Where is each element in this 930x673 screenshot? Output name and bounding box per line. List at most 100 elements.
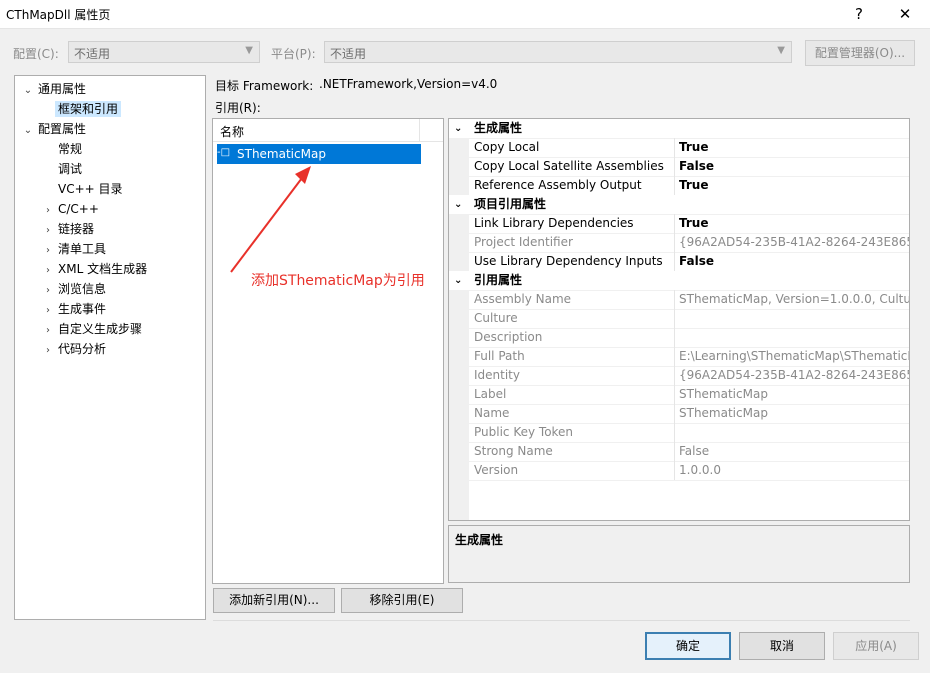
property-name: Copy Local Satellite Assemblies xyxy=(474,159,664,173)
tree-item-label: VC++ 目录 xyxy=(58,182,123,196)
tree-item[interactable]: 调试 xyxy=(41,159,85,179)
collapse-icon[interactable]: ⌄ xyxy=(454,271,462,290)
tree-item[interactable]: 框架和引用 xyxy=(41,99,122,119)
close-icon[interactable]: ✕ xyxy=(888,2,922,26)
category-label: 项目引用属性 xyxy=(474,197,547,211)
settings-tree: ⌄ 通用属性 框架和引用 ⌄ 配置属性 常规 调试 VC++ 目录 › C/C++ › 链接器 › 清单工… xyxy=(14,75,206,620)
tree-item[interactable]: › 生成事件 xyxy=(41,299,109,319)
expand-arrow-icon[interactable]: ⌄ xyxy=(21,121,35,141)
tree-item[interactable]: › 代码分析 xyxy=(41,339,109,359)
property-row[interactable]: Version 1.0.0.0 xyxy=(449,461,909,481)
property-name: Reference Assembly Output xyxy=(474,178,642,192)
property-row[interactable]: Copy Local Satellite Assemblies False xyxy=(449,157,909,177)
property-name: Label xyxy=(474,387,507,401)
ok-button[interactable]: 确定 xyxy=(645,632,731,660)
apply-button[interactable]: 应用(A) xyxy=(833,632,919,660)
list-header: 名称 xyxy=(213,119,443,142)
tree-item[interactable]: › 链接器 xyxy=(41,219,97,239)
help-button[interactable]: ? xyxy=(842,2,876,26)
property-row[interactable]: Strong Name False xyxy=(449,442,909,462)
tree-item-label: 配置属性 xyxy=(38,122,87,136)
property-value: SThematicMap, Version=1.0.0.0, Culture= xyxy=(674,290,909,309)
property-row[interactable]: Reference Assembly Output True xyxy=(449,176,909,196)
cancel-button[interactable]: 取消 xyxy=(739,632,825,660)
property-value: {96A2AD54-235B-41A2-8264-243E865F2A xyxy=(674,366,909,385)
tree-item[interactable]: 常规 xyxy=(41,139,85,159)
remove-reference-button[interactable]: 移除引用(E) xyxy=(341,588,463,613)
target-framework-value: .NETFramework,Version=v4.0 xyxy=(319,77,498,91)
tree-item[interactable]: › 浏览信息 xyxy=(41,279,109,299)
property-row[interactable]: Project Identifier {96A2AD54-235B-41A2-82… xyxy=(449,233,909,253)
collapse-icon[interactable]: ⌄ xyxy=(454,119,462,138)
property-value: SThematicMap xyxy=(674,404,909,423)
property-value[interactable]: False xyxy=(674,252,909,271)
tree-item-label: 常规 xyxy=(58,142,83,156)
property-row[interactable]: Link Library Dependencies True xyxy=(449,214,909,234)
tree-item[interactable]: › XML 文档生成器 xyxy=(41,259,150,279)
property-row[interactable]: Identity {96A2AD54-235B-41A2-8264-243E865… xyxy=(449,366,909,386)
property-grid: ⌄ 生成属性 Copy Local True Copy Local Satellite … xyxy=(448,118,910,521)
property-value: False xyxy=(674,442,909,461)
property-name: Identity xyxy=(474,368,520,382)
property-name: Use Library Dependency Inputs xyxy=(474,254,663,268)
property-category[interactable]: ⌄ 引用属性 xyxy=(449,271,909,291)
chevron-down-icon: ▼ xyxy=(245,45,253,56)
tree-item[interactable]: ⌄ 通用属性 xyxy=(21,79,89,99)
collapse-arrow-icon[interactable]: › xyxy=(41,281,55,301)
add-reference-button[interactable]: 添加新引用(N)... xyxy=(213,588,335,613)
collapse-arrow-icon[interactable]: › xyxy=(41,321,55,341)
collapse-arrow-icon[interactable]: › xyxy=(41,341,55,361)
property-name: Assembly Name xyxy=(474,292,572,306)
annotation-text: 添加SThematicMap为引用 xyxy=(251,273,425,289)
tree-item[interactable]: ⌄ 配置属性 xyxy=(21,119,89,139)
config-manager-button[interactable]: 配置管理器(O)... xyxy=(805,40,915,66)
property-name: Public Key Token xyxy=(474,425,574,439)
tree-item-label: 链接器 xyxy=(58,222,95,236)
property-row[interactable]: Assembly Name SThematicMap, Version=1.0.0… xyxy=(449,290,909,310)
property-row[interactable]: Copy Local True xyxy=(449,138,909,158)
config-dropdown[interactable]: 不适用 ▼ xyxy=(68,41,260,63)
title-bar: CThMapDll 属性页 ? ✕ xyxy=(0,0,930,29)
annotation-arrow xyxy=(230,166,311,273)
tree-item-label: 框架和引用 xyxy=(55,101,122,117)
description-panel: 生成属性 xyxy=(448,525,910,583)
property-category[interactable]: ⌄ 项目引用属性 xyxy=(449,195,909,215)
collapse-arrow-icon[interactable]: › xyxy=(41,201,55,221)
property-value[interactable]: True xyxy=(674,214,909,233)
collapse-arrow-icon[interactable]: › xyxy=(41,261,55,281)
expand-arrow-icon[interactable]: ⌄ xyxy=(21,81,35,101)
references-label: 引用(R): xyxy=(215,101,261,115)
chevron-down-icon: ▼ xyxy=(777,45,785,56)
property-name: Link Library Dependencies xyxy=(474,216,634,230)
column-name-header[interactable]: 名称 xyxy=(220,123,244,140)
property-value[interactable]: True xyxy=(674,176,909,195)
property-row[interactable]: Use Library Dependency Inputs False xyxy=(449,252,909,272)
collapse-arrow-icon[interactable]: › xyxy=(41,301,55,321)
tree-item[interactable]: › C/C++ xyxy=(41,199,102,219)
property-row[interactable]: Description xyxy=(449,328,909,348)
property-value xyxy=(674,309,909,328)
reference-icon: -□ xyxy=(217,147,231,158)
divider xyxy=(213,620,910,621)
property-name: Description xyxy=(474,330,543,344)
property-row[interactable]: Label SThematicMap xyxy=(449,385,909,405)
property-category[interactable]: ⌄ 生成属性 xyxy=(449,119,909,139)
target-framework-label: 目标 Framework: xyxy=(215,79,314,93)
property-row[interactable]: Culture xyxy=(449,309,909,329)
tree-item[interactable]: VC++ 目录 xyxy=(41,179,126,199)
property-row[interactable]: Public Key Token xyxy=(449,423,909,443)
property-row[interactable]: Name SThematicMap xyxy=(449,404,909,424)
property-value[interactable]: False xyxy=(674,157,909,176)
tree-item[interactable]: › 清单工具 xyxy=(41,239,109,259)
tree-item-label: XML 文档生成器 xyxy=(58,262,148,276)
collapse-arrow-icon[interactable]: › xyxy=(41,241,55,261)
tree-item-label: 浏览信息 xyxy=(58,282,107,296)
platform-dropdown[interactable]: 不适用 ▼ xyxy=(324,41,792,63)
collapse-icon[interactable]: ⌄ xyxy=(454,195,462,214)
property-value[interactable]: True xyxy=(674,138,909,157)
property-row[interactable]: Full Path E:\Learning\SThematicMap\SThema… xyxy=(449,347,909,367)
property-name: Version xyxy=(474,463,519,477)
tree-item[interactable]: › 自定义生成步骤 xyxy=(41,319,145,339)
tree-item-label: 清单工具 xyxy=(58,242,107,256)
collapse-arrow-icon[interactable]: › xyxy=(41,221,55,241)
